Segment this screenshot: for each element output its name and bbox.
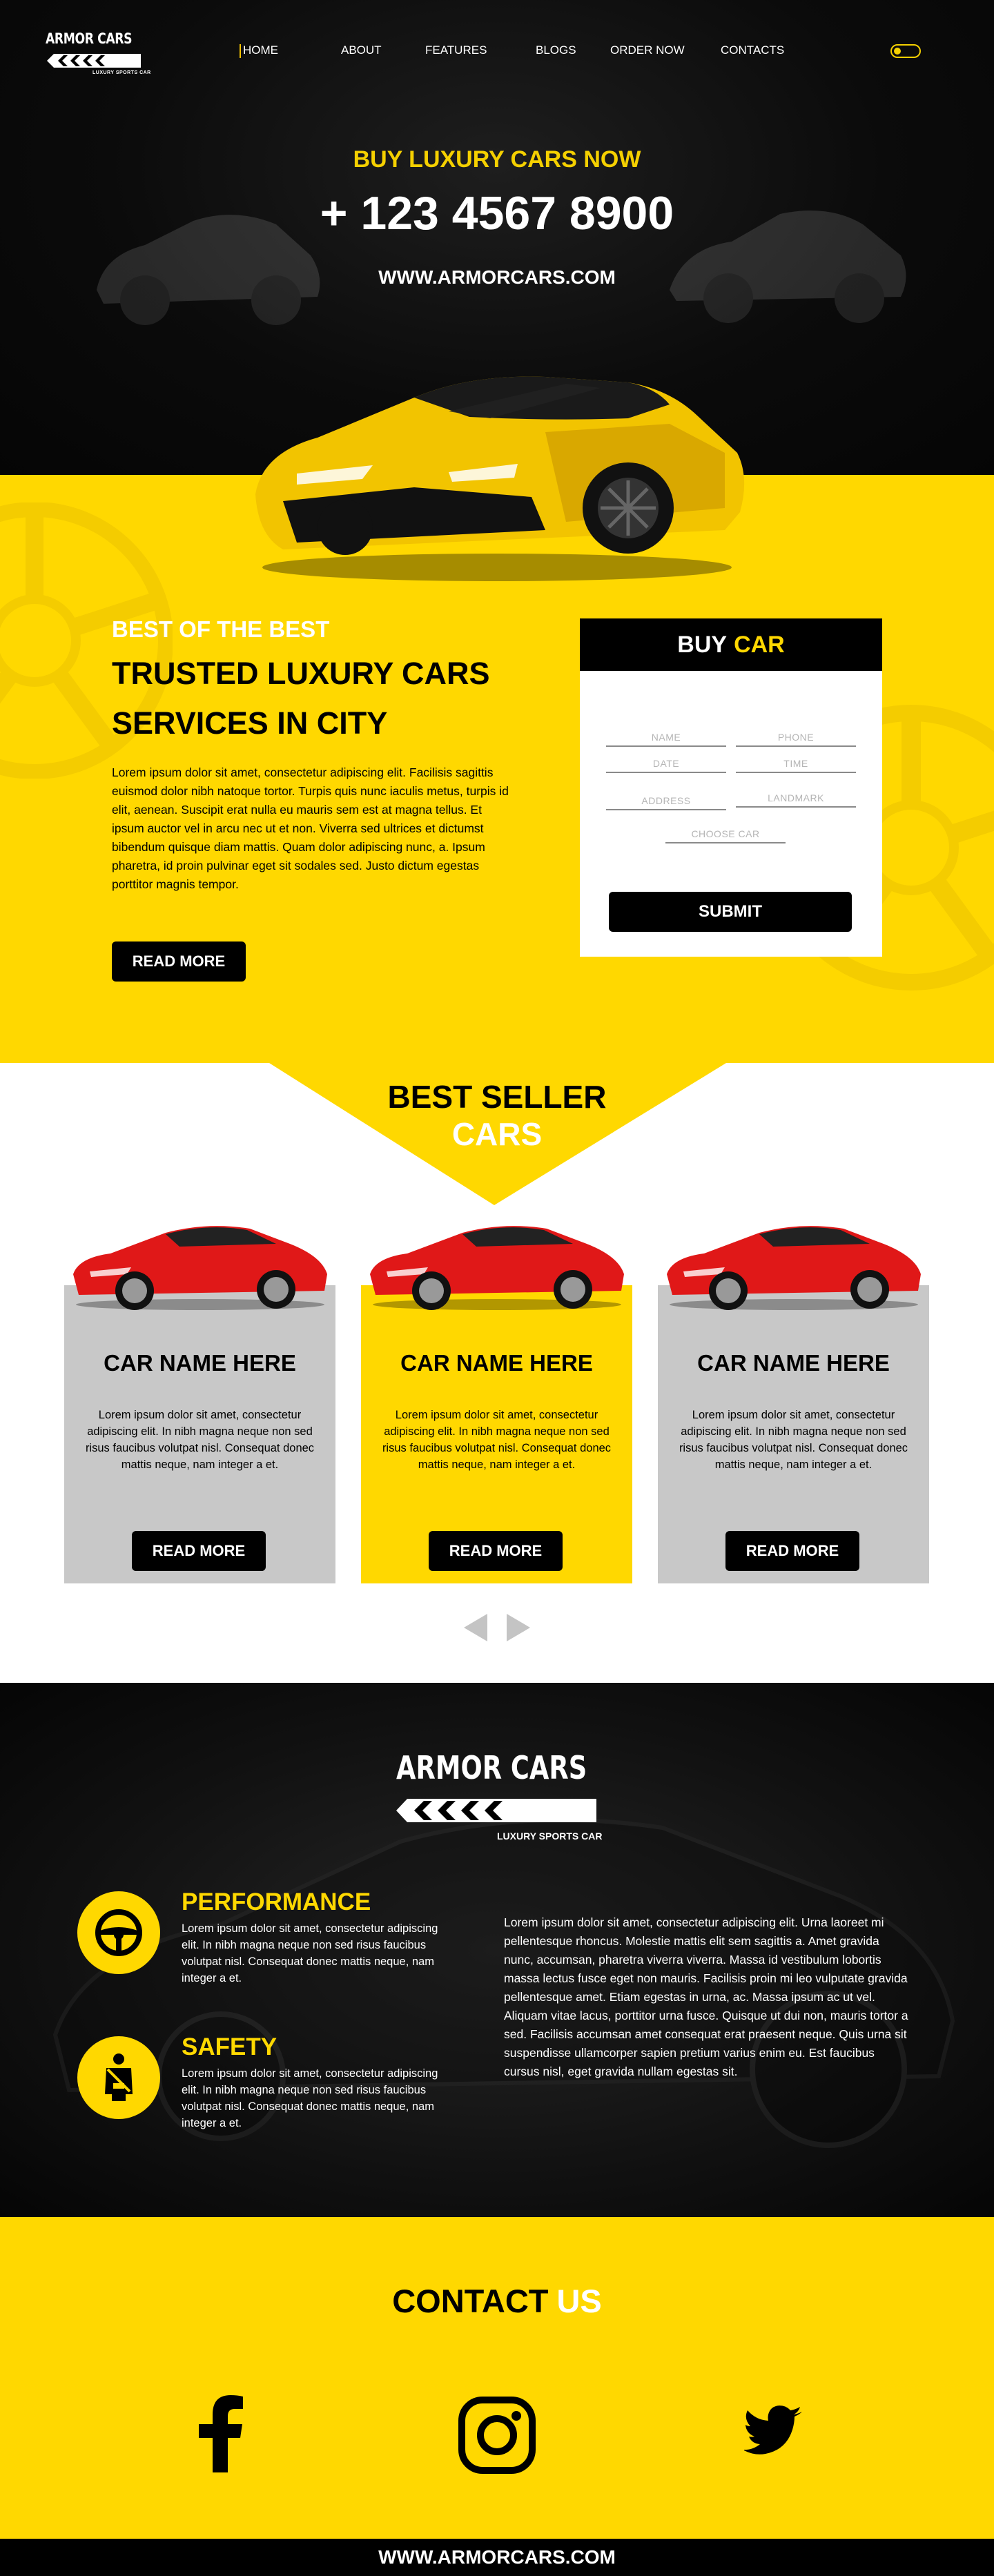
brand-name: ARMOR CARS bbox=[46, 30, 133, 47]
car-card-name: CAR NAME HERE bbox=[104, 1350, 296, 1376]
car-card[interactable]: CAR NAME HERE Lorem ipsum dolor sit amet… bbox=[64, 1285, 335, 1583]
read-more-button[interactable]: READ MORE bbox=[112, 941, 246, 982]
car-card[interactable]: CAR NAME HERE Lorem ipsum dolor sit amet… bbox=[361, 1285, 632, 1583]
steering-wheel-icon bbox=[95, 1909, 142, 1956]
car-card[interactable]: CAR NAME HERE Lorem ipsum dolor sit amet… bbox=[658, 1285, 929, 1583]
features-tagline: LUXURY SPORTS CAR bbox=[497, 1831, 603, 1842]
brand-logo[interactable]: ARMOR CARS LUXURY SPORTS CAR bbox=[46, 30, 151, 80]
nav-item-label: HOME bbox=[243, 43, 278, 57]
safety-text: Lorem ipsum dolor sit amet, consectetur … bbox=[182, 2067, 438, 2129]
features-brand-name: ARMOR CARS bbox=[396, 1749, 587, 1786]
features-paragraph: Lorem ipsum dolor sit amet, consectetur … bbox=[504, 1915, 908, 2078]
nav-item-contacts[interactable]: CONTACTS bbox=[721, 43, 784, 57]
nav-item-order-now[interactable]: ORDER NOW bbox=[610, 43, 685, 57]
twitter-icon[interactable] bbox=[744, 2405, 803, 2455]
best-seller-section: BEST SELLER CARS CAR NAME HERE Lorem ips… bbox=[0, 1063, 994, 1683]
form-title: BUY CAR bbox=[580, 618, 882, 671]
performance-text: Lorem ipsum dolor sit amet, consectetur … bbox=[182, 1922, 438, 1984]
red-car-image bbox=[73, 1226, 327, 1310]
card-read-more-button[interactable]: READ MORE bbox=[132, 1531, 266, 1571]
brand-tagline: LUXURY SPORTS CAR bbox=[92, 70, 151, 75]
car-card-name: CAR NAME HERE bbox=[400, 1350, 593, 1376]
date-field[interactable]: DATE bbox=[606, 758, 726, 773]
car-card-name: CAR NAME HERE bbox=[697, 1350, 890, 1376]
phone-field[interactable]: PHONE bbox=[736, 732, 856, 747]
name-field[interactable]: NAME bbox=[606, 732, 726, 747]
theme-toggle[interactable] bbox=[890, 44, 921, 58]
form-title-buy: BUY bbox=[677, 631, 728, 658]
nav-item-home[interactable]: HOME bbox=[240, 43, 278, 58]
address-field[interactable]: ADDRESS bbox=[606, 795, 726, 810]
best-seller-title-line1: BEST SELLER bbox=[387, 1079, 607, 1115]
nav-active-indicator bbox=[240, 44, 241, 58]
performance-title: PERFORMANCE bbox=[182, 1889, 371, 1915]
hero-url[interactable]: WWW.ARMORCARS.COM bbox=[0, 266, 994, 289]
next-arrow-icon[interactable] bbox=[504, 1612, 532, 1643]
card-read-more-button[interactable]: READ MORE bbox=[429, 1531, 563, 1571]
contact-section: CONTACT US bbox=[0, 2217, 994, 2539]
about-text: Lorem ipsum dolor sit amet, consectetur … bbox=[112, 765, 509, 891]
chevron-stripes-icon bbox=[47, 54, 141, 68]
contact-title-contact: CONTACT bbox=[392, 2283, 549, 2319]
best-seller-title: BEST SELLER CARS bbox=[0, 1078, 994, 1153]
features-section: ARMOR CARS LUXURY SPORTS CAR PERFORMANCE… bbox=[0, 1683, 994, 2217]
safety-title: SAFETY bbox=[182, 2033, 277, 2060]
choose-car-field[interactable]: CHOOSE CAR bbox=[665, 828, 786, 843]
contact-title-us: US bbox=[556, 2283, 602, 2319]
footer: WWW.ARMORCARS.COM bbox=[0, 2539, 994, 2576]
prev-arrow-icon[interactable] bbox=[462, 1612, 490, 1643]
hero-phone[interactable]: + 123 4567 8900 bbox=[0, 186, 994, 240]
car-card-text: Lorem ipsum dolor sit amet, consectetur … bbox=[85, 1409, 315, 1471]
toggle-knob bbox=[894, 48, 901, 55]
best-seller-title-line2: CARS bbox=[451, 1116, 543, 1152]
landmark-field[interactable]: LANDMARK bbox=[736, 792, 856, 808]
about-kicker: BEST OF THE BEST bbox=[112, 616, 330, 642]
time-field[interactable]: TIME bbox=[736, 758, 856, 773]
red-car-image bbox=[370, 1226, 624, 1310]
card-read-more-button[interactable]: READ MORE bbox=[725, 1531, 859, 1571]
hero-car-image bbox=[255, 376, 745, 581]
hero-kicker: BUY LUXURY CARS NOW bbox=[353, 146, 641, 173]
car-card-text: Lorem ipsum dolor sit amet, consectetur … bbox=[679, 1409, 908, 1471]
contact-title: CONTACT US bbox=[0, 2282, 994, 2320]
submit-button[interactable]: SUBMIT bbox=[609, 892, 852, 932]
car-card-text: Lorem ipsum dolor sit amet, consectetur … bbox=[382, 1409, 612, 1471]
nav-item-features[interactable]: FEATURES bbox=[425, 43, 487, 57]
chevron-stripes-icon bbox=[396, 1799, 596, 1822]
buy-car-form: BUY CAR NAME PHONE DATE TIME ADDRESS LAN… bbox=[580, 618, 882, 957]
instagram-icon[interactable] bbox=[458, 2397, 536, 2474]
nav-item-about[interactable]: ABOUT bbox=[341, 43, 382, 57]
form-title-car: CAR bbox=[734, 631, 785, 658]
performance-icon-circle bbox=[77, 1891, 160, 1974]
seatbelt-icon bbox=[105, 2053, 133, 2101]
red-car-image bbox=[667, 1226, 921, 1310]
footer-url[interactable]: WWW.ARMORCARS.COM bbox=[378, 2546, 616, 2568]
about-title: TRUSTED LUXURY CARS SERVICES IN CITY bbox=[112, 656, 490, 741]
facebook-icon[interactable] bbox=[195, 2395, 246, 2472]
safety-icon-circle bbox=[77, 2036, 160, 2119]
nav-item-blogs[interactable]: BLOGS bbox=[536, 43, 576, 57]
